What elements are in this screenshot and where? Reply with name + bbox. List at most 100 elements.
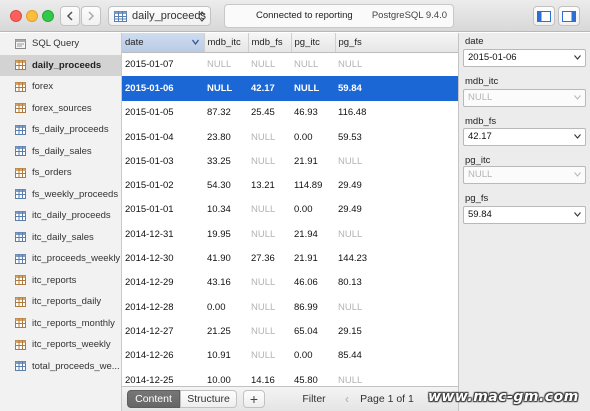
minimize-window-button[interactable] — [26, 10, 38, 22]
table-cell-mdb-itc[interactable]: 41.90 — [204, 246, 248, 270]
table-cell-mdb-itc[interactable]: 54.30 — [204, 173, 248, 197]
table-cell-mdb-fs[interactable]: NULL — [248, 125, 291, 149]
table-cell-pg-itc[interactable]: 0.00 — [291, 198, 335, 222]
table-cell-pg-fs[interactable]: 29.15 — [335, 319, 458, 343]
sidebar-item-itc-reports[interactable]: itc_reports — [0, 270, 121, 292]
table-cell-pg-itc[interactable]: NULL — [291, 76, 335, 101]
table-cell-date[interactable]: 2015-01-05 — [122, 101, 204, 125]
table-cell-mdb-itc[interactable]: NULL — [204, 76, 248, 101]
table-cell-pg-fs[interactable]: NULL — [335, 149, 458, 173]
table-cell-date[interactable]: 2014-12-28 — [122, 295, 204, 319]
table-cell-date[interactable]: 2015-01-07 — [122, 52, 204, 76]
table-cell-pg-fs[interactable]: 144.23 — [335, 246, 458, 270]
table-cell-pg-fs[interactable]: NULL — [335, 52, 458, 76]
table-cell-pg-itc[interactable]: 21.91 — [291, 246, 335, 270]
field-value-date[interactable]: 2015-01-06 — [463, 49, 586, 67]
sidebar-item-fs-daily-sales[interactable]: fs_daily_sales — [0, 141, 121, 163]
table-cell-mdb-fs[interactable]: NULL — [248, 198, 291, 222]
table-cell-pg-itc[interactable]: 86.99 — [291, 295, 335, 319]
zoom-window-button[interactable] — [42, 10, 54, 22]
filter-button[interactable]: Filter — [296, 390, 332, 408]
table-cell-pg-fs[interactable]: 59.53 — [335, 125, 458, 149]
sidebar-item-itc-daily-sales[interactable]: itc_daily_sales — [0, 227, 121, 249]
table-cell-pg-fs[interactable]: NULL — [335, 222, 458, 246]
table-row[interactable]: 2015-01-04 23.80 NULL 0.00 59.53 — [122, 125, 458, 149]
add-row-button[interactable]: + — [243, 390, 265, 408]
table-cell-pg-fs[interactable]: 59.84 — [335, 76, 458, 101]
table-cell-pg-fs[interactable]: 80.13 — [335, 271, 458, 295]
column-header-date[interactable]: date — [122, 33, 205, 53]
table-cell-mdb-fs[interactable]: 14.16 — [248, 368, 291, 386]
sidebar-item-forex-sources[interactable]: forex_sources — [0, 98, 121, 120]
previous-page-button[interactable]: ‹ — [338, 390, 356, 408]
table-cell-date[interactable]: 2015-01-01 — [122, 198, 204, 222]
table-cell-mdb-itc[interactable]: 43.16 — [204, 271, 248, 295]
table-cell-mdb-fs[interactable]: 27.36 — [248, 246, 291, 270]
close-window-button[interactable] — [10, 10, 22, 22]
sidebar-item-itc-reports-monthly[interactable]: itc_reports_monthly — [0, 313, 121, 335]
table-row[interactable]: 2014-12-26 10.91 NULL 0.00 85.44 — [122, 344, 458, 368]
table-cell-date[interactable]: 2014-12-31 — [122, 222, 204, 246]
table-cell-pg-fs[interactable]: NULL — [335, 295, 458, 319]
toggle-sidebar-button[interactable] — [533, 6, 555, 26]
table-cell-pg-itc[interactable]: 0.00 — [291, 344, 335, 368]
structure-tab[interactable]: Structure — [180, 390, 237, 408]
table-row[interactable]: 2015-01-06 NULL 42.17 NULL 59.84 — [122, 76, 458, 101]
table-cell-date[interactable]: 2015-01-04 — [122, 125, 204, 149]
sidebar-item-forex[interactable]: forex — [0, 76, 121, 98]
table-cell-mdb-itc[interactable]: 10.00 — [204, 368, 248, 386]
content-tab[interactable]: Content — [127, 390, 180, 408]
sidebar-item-itc-proceeds-weekly[interactable]: itc_proceeds_weekly — [0, 248, 121, 270]
table-cell-mdb-fs[interactable]: NULL — [248, 344, 291, 368]
column-header-mdb-itc[interactable]: mdb_itc — [204, 33, 249, 53]
table-cell-mdb-itc[interactable]: NULL — [204, 52, 248, 76]
table-cell-pg-itc[interactable]: 45.80 — [291, 368, 335, 386]
table-cell-mdb-fs[interactable]: NULL — [248, 271, 291, 295]
table-cell-mdb-itc[interactable]: 21.25 — [204, 319, 248, 343]
field-value-mdb-fs[interactable]: 42.17 — [463, 128, 586, 146]
sidebar-item-total-proceeds-weekly[interactable]: total_proceeds_we... — [0, 356, 121, 378]
sidebar-item-itc-reports-weekly[interactable]: itc_reports_weekly — [0, 334, 121, 356]
field-value-mdb-itc[interactable]: NULL — [463, 89, 586, 107]
table-selector[interactable]: daily_proceeds — [108, 6, 211, 26]
table-cell-date[interactable]: 2014-12-27 — [122, 319, 204, 343]
table-cell-pg-itc[interactable]: 46.93 — [291, 101, 335, 125]
sidebar-item-daily-proceeds[interactable]: daily_proceeds — [0, 54, 121, 76]
table-row[interactable]: 2014-12-29 43.16 NULL 46.06 80.13 — [122, 271, 458, 295]
table-cell-mdb-fs[interactable]: NULL — [248, 295, 291, 319]
table-cell-mdb-fs[interactable]: NULL — [248, 319, 291, 343]
table-row[interactable]: 2015-01-02 54.30 13.21 114.89 29.49 — [122, 173, 458, 197]
table-cell-mdb-itc[interactable]: 19.95 — [204, 222, 248, 246]
table-cell-pg-itc[interactable]: 0.00 — [291, 125, 335, 149]
table-cell-date[interactable]: 2014-12-25 — [122, 368, 204, 386]
back-button[interactable] — [60, 6, 80, 26]
table-cell-mdb-fs[interactable]: NULL — [248, 222, 291, 246]
table-cell-mdb-itc[interactable]: 23.80 — [204, 125, 248, 149]
sidebar-item-fs-weekly-proceeds[interactable]: fs_weekly_proceeds — [0, 184, 121, 206]
table-cell-mdb-fs[interactable]: 42.17 — [248, 76, 291, 101]
table-row[interactable]: 2014-12-30 41.90 27.36 21.91 144.23 — [122, 246, 458, 270]
table-row[interactable]: 2015-01-01 10.34 NULL 0.00 29.49 — [122, 198, 458, 222]
column-header-pg-fs[interactable]: pg_fs — [335, 33, 458, 53]
forward-button[interactable] — [81, 6, 101, 26]
table-cell-date[interactable]: 2015-01-03 — [122, 149, 204, 173]
column-header-mdb-fs[interactable]: mdb_fs — [248, 33, 292, 53]
table-cell-pg-itc[interactable]: 114.89 — [291, 173, 335, 197]
table-cell-date[interactable]: 2015-01-06 — [122, 76, 204, 101]
sidebar-item-fs-daily-proceeds[interactable]: fs_daily_proceeds — [0, 119, 121, 141]
table-row[interactable]: 2015-01-07 NULL NULL NULL NULL — [122, 52, 458, 76]
sidebar-item-fs-orders[interactable]: fs_orders — [0, 162, 121, 184]
toggle-detail-panel-button[interactable] — [558, 6, 580, 26]
table-cell-mdb-itc[interactable]: 0.00 — [204, 295, 248, 319]
table-cell-mdb-fs[interactable]: NULL — [248, 52, 291, 76]
sidebar-item-itc-daily-proceeds[interactable]: itc_daily_proceeds — [0, 205, 121, 227]
column-header-pg-itc[interactable]: pg_itc — [291, 33, 336, 53]
table-cell-mdb-itc[interactable]: 87.32 — [204, 101, 248, 125]
table-cell-mdb-fs[interactable]: 13.21 — [248, 173, 291, 197]
table-cell-mdb-fs[interactable]: 25.45 — [248, 101, 291, 125]
table-cell-date[interactable]: 2014-12-26 — [122, 344, 204, 368]
table-row[interactable]: 2015-01-05 87.32 25.45 46.93 116.48 — [122, 101, 458, 125]
table-cell-pg-fs[interactable]: 116.48 — [335, 101, 458, 125]
table-cell-date[interactable]: 2014-12-30 — [122, 246, 204, 270]
table-cell-date[interactable]: 2015-01-02 — [122, 173, 204, 197]
